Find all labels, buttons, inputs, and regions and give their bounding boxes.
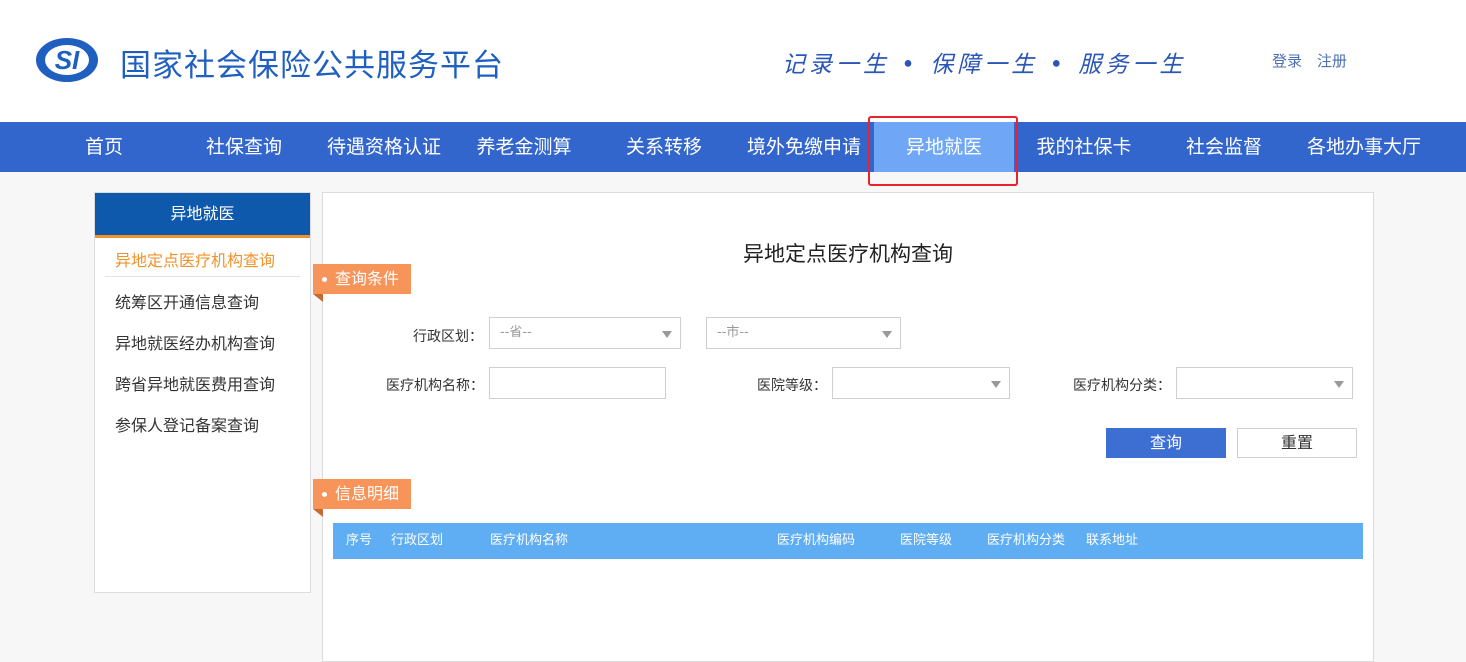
- column-header-level: 医院等级: [900, 533, 953, 548]
- sidebar-item-designated-institutions[interactable]: 异地定点医疗机构查询: [115, 247, 275, 271]
- search-button[interactable]: 查询: [1106, 428, 1226, 458]
- institution-name-input[interactable]: [489, 367, 666, 399]
- register-link[interactable]: 注册: [1317, 50, 1347, 71]
- nav-item-social-security-query[interactable]: 社保查询: [174, 122, 314, 172]
- login-link[interactable]: 登录: [1272, 50, 1302, 71]
- nav-item-qualification-cert[interactable]: 待遇资格认证: [314, 122, 454, 172]
- logo-text: SI: [55, 45, 80, 75]
- nav-item-home[interactable]: 首页: [34, 122, 174, 172]
- province-select-value: --省--: [500, 325, 532, 340]
- sidebar-item-agency-query[interactable]: 异地就医经办机构查询: [115, 330, 275, 354]
- bullet-icon: [322, 277, 327, 282]
- reset-button[interactable]: 重置: [1237, 428, 1357, 458]
- page-title: 异地定点医疗机构查询: [743, 242, 953, 266]
- city-select-value: --市--: [717, 325, 749, 340]
- institution-category-label: 医疗机构分类：: [1073, 378, 1171, 394]
- query-section-tag: 查询条件: [313, 264, 412, 302]
- detail-section-tag: 信息明细: [313, 479, 412, 517]
- column-header-code: 医疗机构编码: [777, 533, 856, 548]
- hospital-level-label: 医院等级：: [757, 378, 827, 394]
- sidebar-title: 异地就医: [95, 193, 310, 238]
- nav-item-pension-calc[interactable]: 养老金测算: [454, 122, 594, 172]
- province-select[interactable]: --省--: [489, 317, 681, 349]
- results-table-header: 序号 行政区划 医疗机构名称 医疗机构编码 医院等级 医疗机构分类 联系地址: [333, 523, 1363, 559]
- institution-name-label: 医疗机构名称：: [386, 378, 484, 394]
- column-header-name: 医疗机构名称: [490, 533, 569, 548]
- sidebar: 异地就医 异地定点医疗机构查询 统筹区开通信息查询 异地就医经办机构查询 跨省异…: [94, 192, 311, 593]
- tag-fold: [313, 294, 323, 302]
- query-section-label: 查询条件: [335, 269, 400, 288]
- tag-fold: [313, 509, 323, 517]
- nav-item-supervision[interactable]: 社会监督: [1154, 122, 1294, 172]
- nav-item-service-halls[interactable]: 各地办事大厅: [1294, 122, 1434, 172]
- site-title: 国家社会保险公共服务平台: [120, 48, 504, 84]
- city-select[interactable]: --市--: [706, 317, 901, 349]
- nav-item-relation-transfer[interactable]: 关系转移: [594, 122, 734, 172]
- slogan: 记录一生 • 保障一生 • 服务一生: [782, 52, 1187, 78]
- chevron-down-icon: [882, 331, 892, 338]
- bullet-icon: [322, 492, 327, 497]
- main-panel: 异地定点医疗机构查询 查询条件 行政区划： --省-- --市-- 医疗机构名称…: [313, 192, 1374, 662]
- column-header-region: 行政区划: [391, 533, 444, 548]
- chevron-down-icon: [991, 381, 1001, 388]
- chevron-down-icon: [662, 331, 672, 338]
- si-logo-icon: SI: [36, 38, 98, 82]
- hospital-level-select[interactable]: [832, 367, 1010, 399]
- sidebar-item-registration-query[interactable]: 参保人登记备案查询: [115, 412, 259, 436]
- region-label: 行政区划：: [413, 329, 483, 345]
- main-nav: 首页 社保查询 待遇资格认证 养老金测算 关系转移 境外免缴申请 异地就医 我的…: [0, 122, 1466, 172]
- detail-section-label: 信息明细: [335, 484, 400, 503]
- sidebar-item-region-info[interactable]: 统筹区开通信息查询: [115, 289, 259, 313]
- site-header: SI 国家社会保险公共服务平台 记录一生 • 保障一生 • 服务一生 登录 注册: [0, 0, 1466, 122]
- sidebar-divider: [105, 276, 300, 277]
- nav-item-overseas-exemption[interactable]: 境外免缴申请: [734, 122, 874, 172]
- nav-item-my-card[interactable]: 我的社保卡: [1014, 122, 1154, 172]
- institution-category-select[interactable]: [1176, 367, 1353, 399]
- sidebar-item-cost-query[interactable]: 跨省异地就医费用查询: [115, 371, 275, 395]
- column-header-address: 联系地址: [1086, 533, 1139, 548]
- column-header-index: 序号: [346, 533, 373, 548]
- chevron-down-icon: [1334, 381, 1344, 388]
- nav-item-remote-medical[interactable]: 异地就医: [874, 122, 1014, 172]
- column-header-category: 医疗机构分类: [987, 533, 1066, 548]
